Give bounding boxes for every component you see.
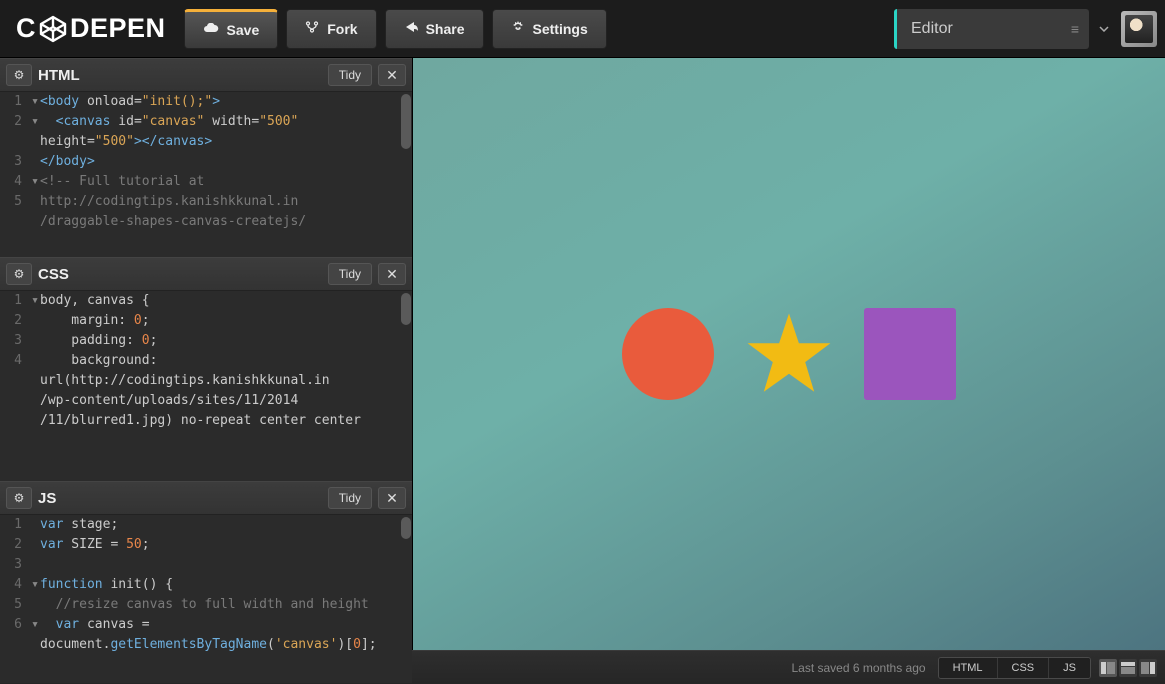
html-tidy-button[interactable]: Tidy	[328, 64, 372, 86]
editor-toggle-group: HTML CSS JS	[938, 657, 1091, 679]
layout-top-icon	[1121, 662, 1135, 674]
toggle-js[interactable]: JS	[1049, 658, 1090, 678]
layout-right-icon	[1141, 662, 1155, 674]
square-shape[interactable]	[864, 308, 956, 400]
close-icon: ✕	[386, 266, 398, 283]
settings-button[interactable]: Settings	[492, 9, 607, 49]
settings-label: Settings	[533, 21, 588, 37]
header-bar: C DEPEN Save Fork Share Settings Editor …	[0, 0, 1165, 58]
html-settings-button[interactable]: ⚙	[6, 64, 32, 86]
circle-shape[interactable]	[622, 308, 714, 400]
editor-column: ⚙ HTML Tidy ✕ 1▾<body onload="init();"> …	[0, 58, 413, 650]
fork-button[interactable]: Fork	[286, 9, 376, 49]
html-editor[interactable]: 1▾<body onload="init();"> 2▾ <canvas id=…	[0, 92, 412, 257]
gear-icon	[511, 20, 525, 37]
save-label: Save	[227, 22, 260, 38]
view-selector-label: Editor	[911, 20, 953, 38]
star-icon	[744, 309, 834, 399]
last-saved-text: Last saved 6 months ago	[791, 661, 925, 675]
html-pane-header: ⚙ HTML Tidy ✕	[0, 58, 412, 92]
js-scrollbar[interactable]	[401, 517, 411, 539]
css-pane-title: CSS	[38, 266, 322, 283]
html-pane-title: HTML	[38, 67, 322, 84]
cloud-icon	[203, 22, 219, 38]
html-close-button[interactable]: ✕	[378, 64, 406, 86]
fork-icon	[305, 20, 319, 37]
share-icon	[404, 20, 418, 37]
toggle-html[interactable]: HTML	[939, 658, 998, 678]
layout-icons	[1099, 659, 1157, 677]
chevron-down-icon	[1099, 26, 1109, 32]
css-editor[interactable]: 1▾body, canvas { 2 margin: 0; 3 padding:…	[0, 291, 412, 481]
css-close-button[interactable]: ✕	[378, 263, 406, 285]
js-editor[interactable]: 1 var stage; 2 var SIZE = 50; 3 4▾functi…	[0, 515, 412, 683]
css-settings-button[interactable]: ⚙	[6, 263, 32, 285]
logo-text-left: C	[16, 13, 36, 44]
main-area: ⚙ HTML Tidy ✕ 1▾<body onload="init();"> …	[0, 58, 1165, 650]
css-pane-header: ⚙ CSS Tidy ✕	[0, 257, 412, 291]
css-tidy-button[interactable]: Tidy	[328, 263, 372, 285]
layout-left-icon	[1101, 662, 1115, 674]
fork-label: Fork	[327, 21, 357, 37]
share-button[interactable]: Share	[385, 9, 484, 49]
gear-icon: ⚙	[14, 491, 25, 505]
avatar[interactable]	[1121, 11, 1157, 47]
layout-right-button[interactable]	[1139, 659, 1157, 677]
js-close-button[interactable]: ✕	[378, 487, 406, 509]
gear-icon: ⚙	[14, 267, 25, 281]
js-pane-title: JS	[38, 490, 322, 507]
layout-top-button[interactable]	[1119, 659, 1137, 677]
header-caret-button[interactable]	[1093, 9, 1115, 49]
share-label: Share	[426, 21, 465, 37]
layout-left-button[interactable]	[1099, 659, 1117, 677]
close-icon: ✕	[386, 490, 398, 507]
logo-cube-icon	[38, 14, 68, 44]
codepen-logo[interactable]: C DEPEN	[16, 13, 166, 44]
menu-bars-icon: ≡	[1071, 21, 1079, 37]
canvas-shapes	[622, 308, 956, 400]
close-icon: ✕	[386, 67, 398, 84]
js-tidy-button[interactable]: Tidy	[328, 487, 372, 509]
save-button[interactable]: Save	[184, 9, 279, 49]
view-selector[interactable]: Editor ≡	[894, 9, 1089, 49]
js-pane-header: ⚙ JS Tidy ✕	[0, 481, 412, 515]
preview-pane[interactable]	[413, 58, 1165, 650]
html-scrollbar[interactable]	[401, 94, 411, 149]
star-shape[interactable]	[744, 309, 834, 399]
gear-icon: ⚙	[14, 68, 25, 82]
js-settings-button[interactable]: ⚙	[6, 487, 32, 509]
toggle-css[interactable]: CSS	[998, 658, 1050, 678]
logo-text-right: DEPEN	[70, 13, 166, 44]
css-scrollbar[interactable]	[401, 293, 411, 325]
